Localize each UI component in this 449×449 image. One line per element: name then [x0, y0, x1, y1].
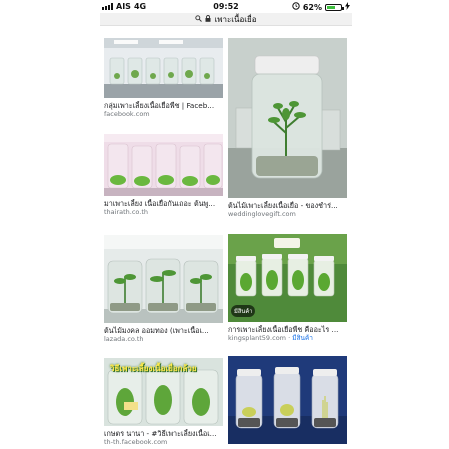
- result-title[interactable]: กลุ่มเพาะเลี้ยงเนื้อเยื่อพืช | Faceb...: [104, 101, 223, 110]
- result-title[interactable]: การเพาะเลี้ยงเนื้อเยื่อพืช คืออะไร ...: [228, 325, 347, 334]
- result-source: weddinglovegift.com: [228, 210, 296, 218]
- result-title[interactable]: ต้นไม้มงคล ออมทอง (เพาะเนื้อเ...: [104, 326, 223, 335]
- status-bar: AIS 4G 09:52 62%: [100, 0, 352, 13]
- result-title[interactable]: ต้นไม้เพาะเลี้ยงเนื้อเยื่อ - ของชำร่...: [228, 201, 347, 210]
- result-image[interactable]: มีสินค้า: [228, 234, 347, 322]
- result-title[interactable]: เกษตร นานา - #วิธีเพาะเลี้ยงเนื้อเ...: [104, 429, 223, 438]
- lock-icon: [205, 14, 211, 24]
- result-source: th-th.facebook.com: [104, 438, 168, 446]
- result-card[interactable]: มาเพาะเลี้ยง เนื้อเยื่อกันเถอะ ต้นพู... …: [104, 134, 223, 217]
- result-source: kingsplant59.com · มีสินค้า: [228, 334, 347, 343]
- result-image[interactable]: วิธีเพาะเลี้ยงเนื้อเยื่อกล้วย: [104, 358, 223, 426]
- search-icon: [195, 14, 203, 24]
- result-image[interactable]: [104, 134, 223, 196]
- result-source: facebook.com: [104, 110, 150, 118]
- overlay-text: วิธีเพาะเลี้ยงเนื้อเยื่อกล้วย: [110, 364, 197, 373]
- image-results-grid: กลุ่มเพาะเลี้ยงเนื้อเยื่อพืช | Faceb... …: [100, 30, 352, 449]
- result-title[interactable]: มาเพาะเลี้ยง เนื้อเยื่อกันเถอะ ต้นพู...: [104, 199, 223, 208]
- charging-icon: [345, 2, 350, 12]
- battery-icon: [325, 3, 344, 11]
- result-card[interactable]: วิธีเพาะเลี้ยงเนื้อเยื่อกล้วย เกษตร นานา…: [104, 358, 223, 447]
- result-image[interactable]: [228, 38, 347, 198]
- result-card[interactable]: กลุ่มเพาะเลี้ยงเนื้อเยื่อพืช | Faceb... …: [104, 38, 223, 119]
- result-image[interactable]: [228, 356, 347, 444]
- separator: ·: [288, 334, 291, 342]
- product-badge: มีสินค้า: [231, 305, 256, 317]
- battery-percent: 62%: [302, 2, 322, 12]
- result-card[interactable]: มีสินค้า การเพาะเลี้ยงเนื้อเยื่อพืช คืออ…: [228, 234, 347, 343]
- result-image[interactable]: [104, 235, 223, 323]
- result-image[interactable]: [104, 38, 223, 98]
- result-source-domain: kingsplant59.com: [228, 334, 287, 342]
- battery-level: [327, 5, 336, 9]
- result-card[interactable]: [228, 356, 347, 444]
- result-card[interactable]: ต้นไม้มงคล ออมทอง (เพาะเนื้อเ... lazada.…: [104, 235, 223, 344]
- result-source: lazada.co.th: [104, 335, 144, 343]
- result-source: thairath.co.th: [104, 208, 149, 216]
- product-label[interactable]: มีสินค้า: [292, 334, 313, 342]
- alarm-icon: [292, 2, 300, 12]
- address-bar[interactable]: เพาะเนื้อเยื่อ: [100, 13, 352, 26]
- status-right: 62%: [292, 2, 350, 12]
- address-text: เพาะเนื้อเยื่อ: [214, 14, 257, 24]
- result-card[interactable]: ต้นไม้เพาะเลี้ยงเนื้อเยื่อ - ของชำร่... …: [228, 38, 347, 219]
